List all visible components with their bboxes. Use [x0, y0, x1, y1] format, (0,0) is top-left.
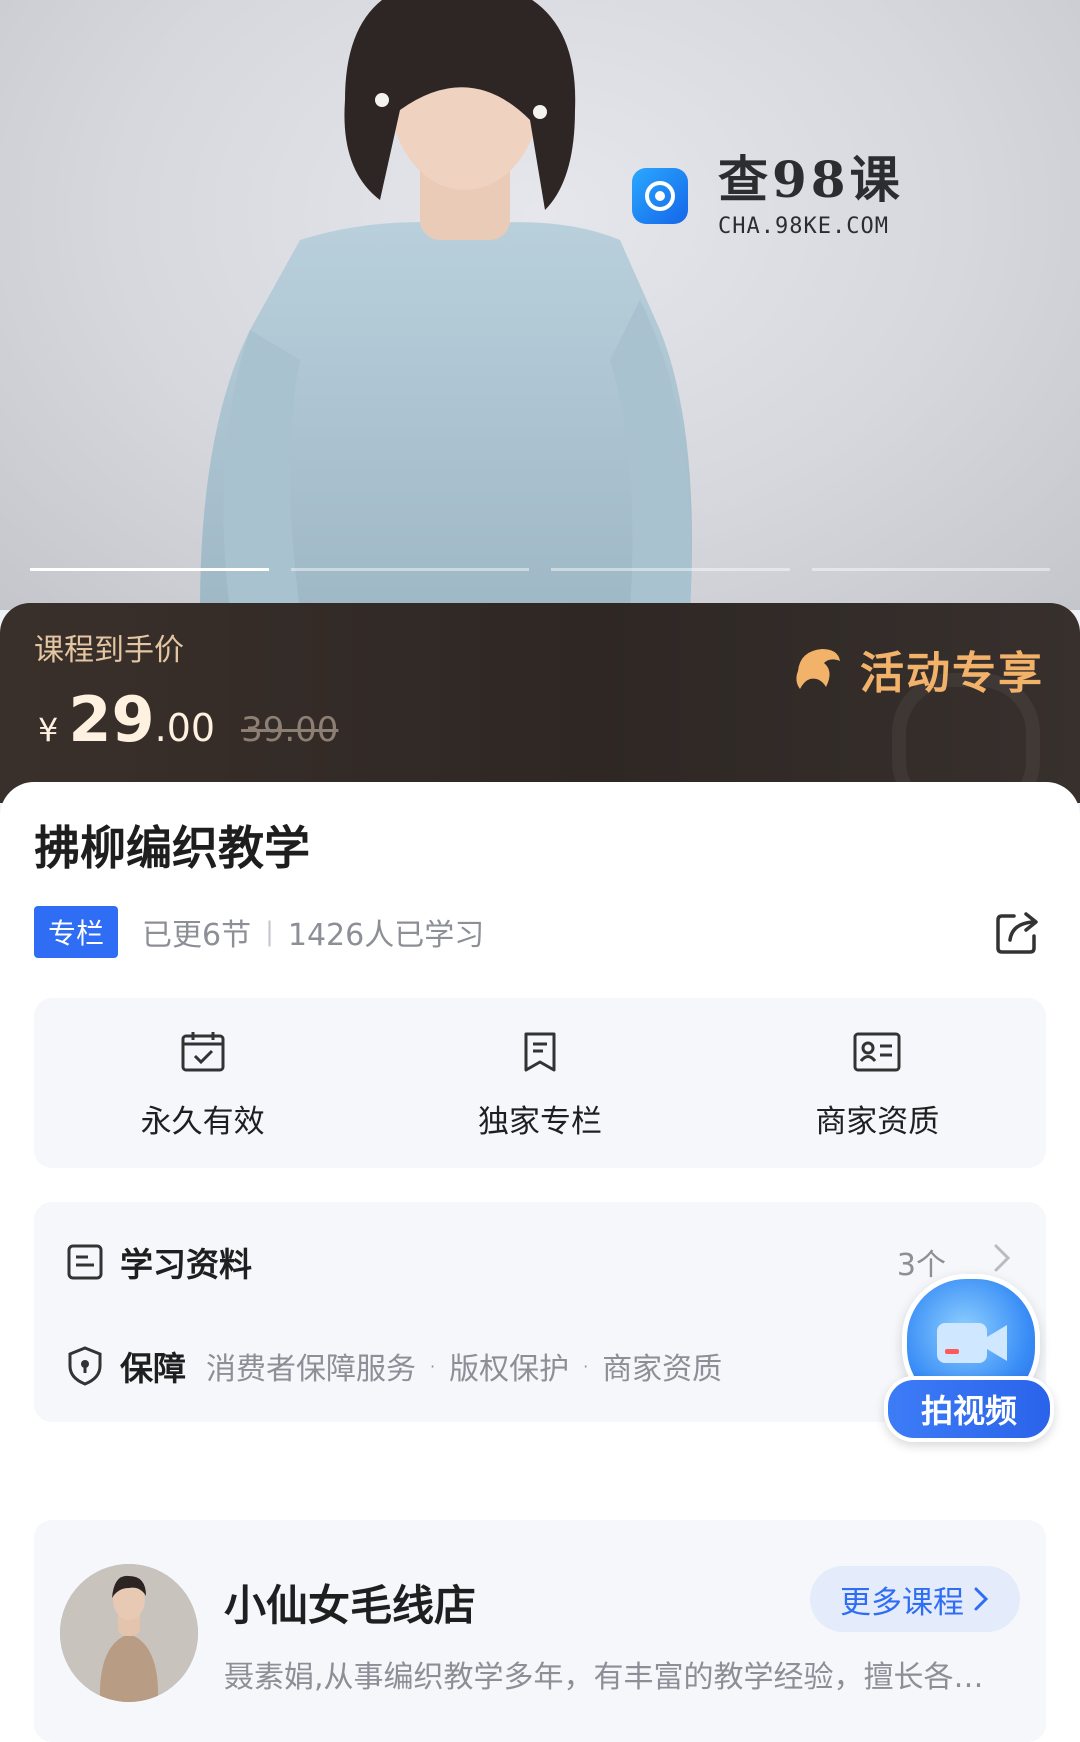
original-price: 39.00 — [241, 710, 339, 750]
learner-count: 1426人已学习 — [287, 918, 485, 953]
meta-divider: | — [265, 917, 274, 947]
more-courses-button[interactable]: 更多课程 — [810, 1566, 1020, 1632]
guarantee-item: 消费者保障服务 — [206, 1352, 416, 1387]
price-row: ¥ 29 .00 39.00 — [38, 683, 338, 756]
carousel-indicator-2[interactable] — [290, 568, 529, 571]
shop-card[interactable]: 小仙女毛线店 聂素娟,从事编织教学多年，有丰富的教学经验，擅长各种编织技法 更多… — [34, 1520, 1046, 1742]
feature-exclusive[interactable]: 独家专栏 — [371, 998, 708, 1168]
feature-label: 独家专栏 — [477, 1104, 602, 1140]
watermark-subtitle: CHA.98KE.COM — [718, 214, 889, 239]
carousel-indicators — [30, 568, 1050, 571]
price-decimal: .00 — [154, 706, 216, 750]
guarantee-item: 商家资质 — [602, 1352, 723, 1387]
updated-count: 已更6节 — [142, 918, 252, 953]
shop-name: 小仙女毛线店 — [224, 1581, 477, 1630]
watermark-title: 查98课 — [718, 150, 904, 209]
shop-description: 聂素娟,从事编织教学多年，有丰富的教学经验，擅长各种编织技法 — [224, 1660, 984, 1695]
id-card-icon — [853, 1032, 901, 1072]
avatar[interactable] — [60, 1564, 198, 1702]
guarantee-row[interactable]: 保障 消费者保障服务 · 版权保护 · 商家资质 — [66, 1342, 722, 1390]
more-courses-label: 更多课程 — [840, 1584, 964, 1621]
separator-dot: · — [430, 1356, 436, 1376]
bookmark-icon — [524, 1032, 556, 1072]
carousel-indicator-4[interactable] — [811, 568, 1050, 571]
feature-merchant[interactable]: 商家资质 — [709, 998, 1046, 1168]
course-title: 拂柳编织教学 — [34, 821, 310, 875]
price-currency: ¥ — [38, 711, 59, 749]
chevron-right-icon — [974, 1587, 989, 1611]
materials-title: 学习资料 — [120, 1245, 252, 1284]
promo-text: 活动专享 — [860, 648, 1044, 699]
video-button-label: 拍视频 — [884, 1376, 1054, 1442]
materials-row[interactable]: 学习资料 — [66, 1238, 252, 1286]
shield-icon — [68, 1346, 102, 1386]
separator-dot: · — [583, 1356, 589, 1376]
price-label: 课程到手价 — [34, 633, 184, 668]
document-icon — [67, 1244, 103, 1280]
share-icon — [996, 912, 1038, 954]
shoot-video-button[interactable]: 拍视频 — [884, 1268, 1054, 1442]
share-button[interactable] — [992, 906, 1044, 958]
feature-strip: 永久有效 独家专栏 商家资质 — [34, 998, 1046, 1168]
watermark-logo-icon — [632, 167, 688, 224]
feature-permanent[interactable]: 永久有效 — [34, 998, 371, 1168]
price-integer: 29 — [68, 683, 155, 756]
price-bar: 课程到手价 ¥ 29 .00 39.00 活动专享 — [0, 603, 1080, 803]
carousel-indicator-1[interactable] — [30, 568, 269, 571]
course-meta: 专栏 已更6节 | 1426人已学习 — [34, 906, 484, 958]
feature-label: 永久有效 — [140, 1104, 265, 1140]
column-tag: 专栏 — [34, 906, 119, 958]
guarantee-title: 保障 — [120, 1349, 186, 1388]
carousel-indicator-3[interactable] — [551, 568, 790, 571]
hero-banner[interactable]: 查98课 CHA.98KE.COM — [0, 0, 1080, 610]
shop-avatar-photo — [60, 1564, 198, 1702]
hero-photo — [200, 0, 692, 610]
promo-badge: 活动专享 — [790, 637, 1044, 701]
course-sheet: 拂柳编织教学 专栏 已更6节 | 1426人已学习 永久有效 独家专栏 商家资质… — [0, 782, 1080, 1742]
dolphin-icon — [796, 649, 840, 689]
guarantee-item: 版权保护 — [449, 1352, 570, 1387]
watermark: 查98课 CHA.98KE.COM — [632, 152, 904, 239]
calendar-check-icon — [181, 1032, 225, 1072]
feature-label: 商家资质 — [815, 1104, 940, 1140]
